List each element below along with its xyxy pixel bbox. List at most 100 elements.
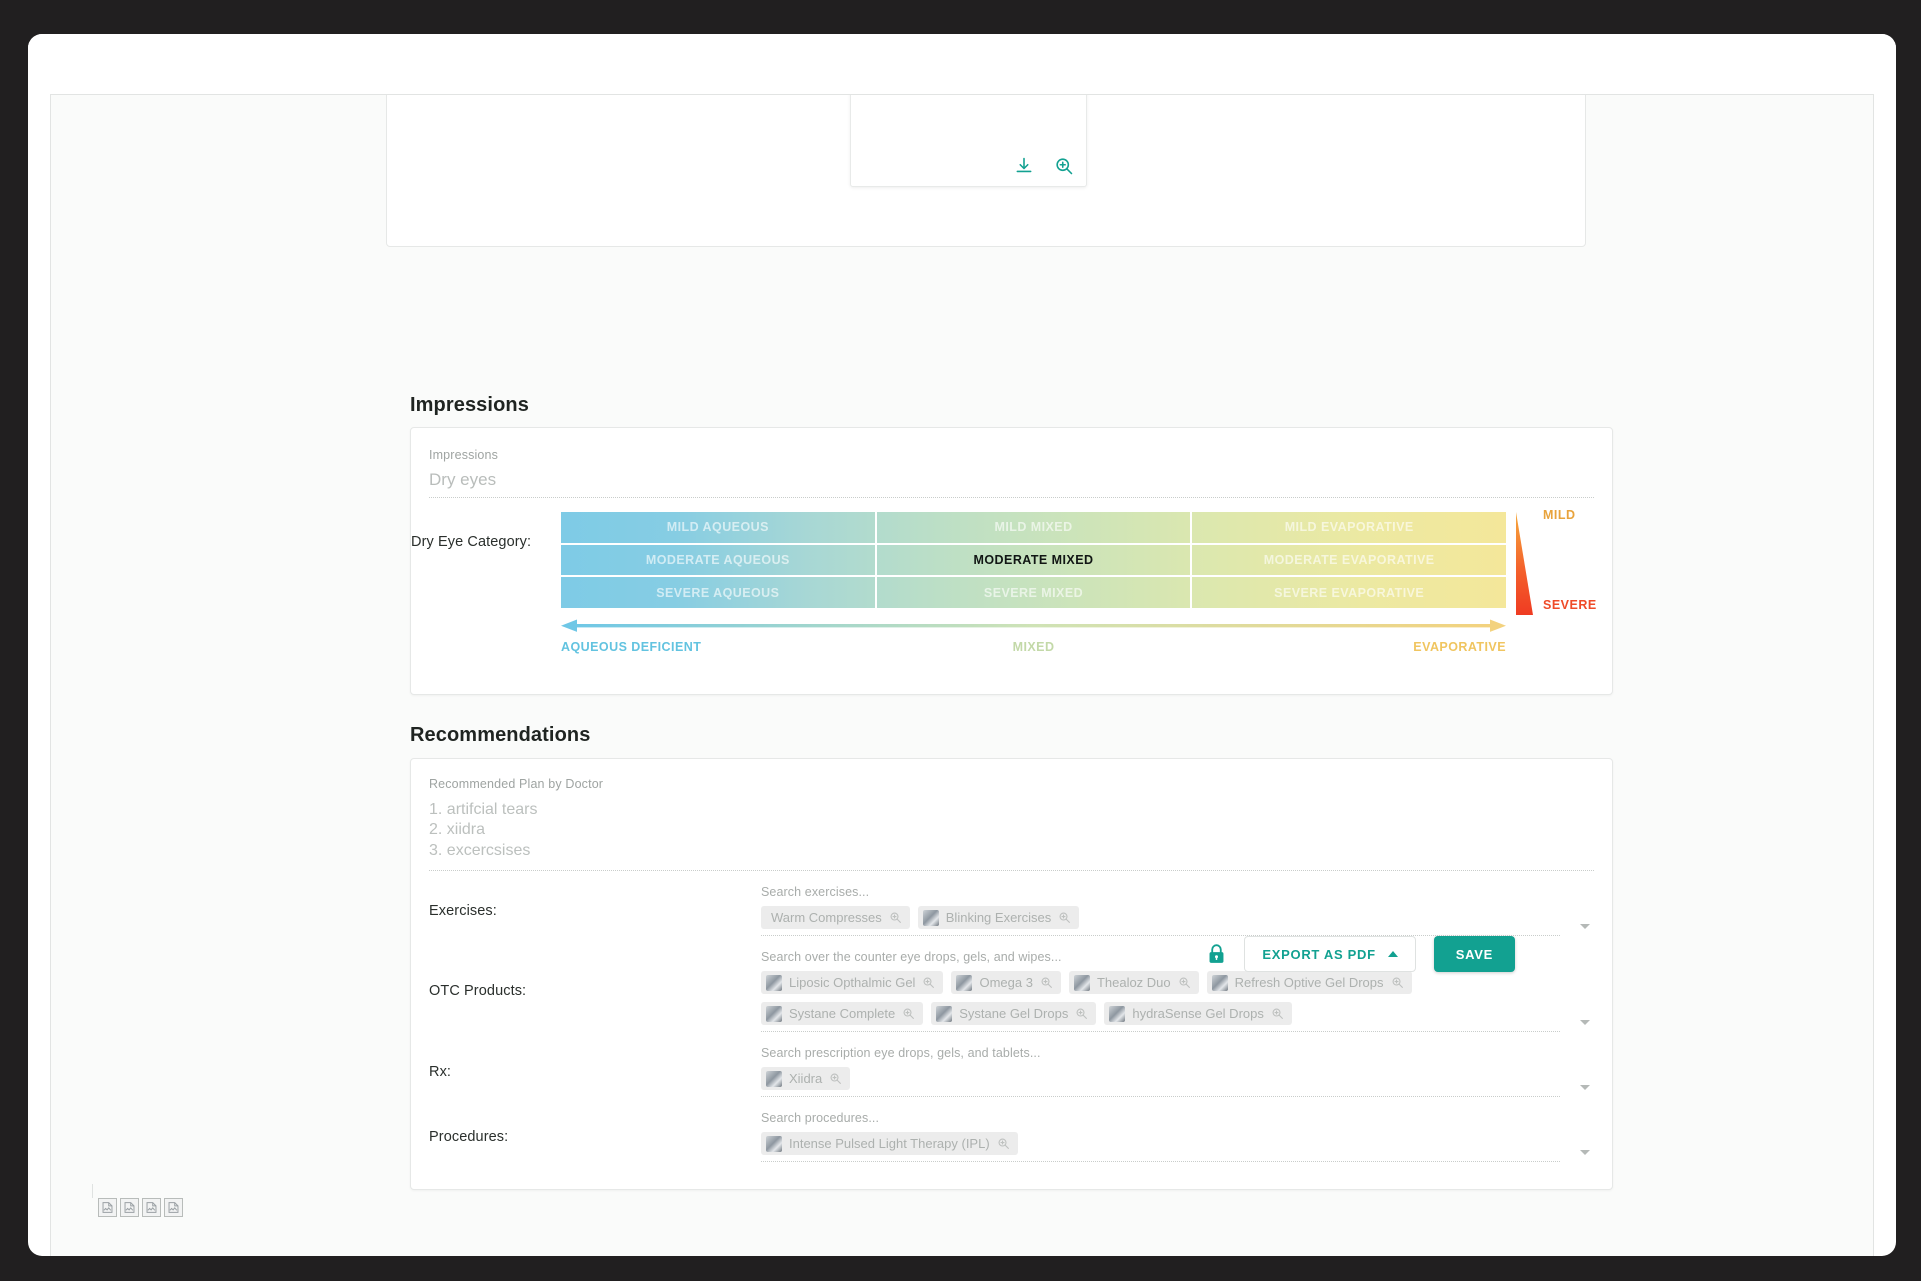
- recommended-plan-text: 1. artifcial tears 2. xiidra 3. excercsise…: [429, 800, 1594, 872]
- chip-thumbnail-icon: [766, 974, 782, 991]
- chip-xiidra[interactable]: Xiidra: [761, 1067, 851, 1091]
- recommendation-field-rx: Search prescription eye drops, gels, and…: [761, 1046, 1594, 1098]
- impressions-card: Impressions Dry eyes Dry Eye Category: M…: [410, 427, 1613, 695]
- chip-thumbnail-icon: [1211, 974, 1228, 991]
- chip-thumbnail-icon: [936, 1005, 953, 1022]
- chip-thumbnail-icon: [956, 974, 973, 991]
- chip-warm-compresses[interactable]: Warm Compresses: [761, 906, 910, 930]
- chip-systane-gel-drops[interactable]: Systane Gel Drops: [931, 1002, 1097, 1026]
- recommendation-label-procedures: Procedures:: [429, 1128, 509, 1145]
- spectrum-axis-labels: AQUEOUS DEFICIENT MIXED EVAPORATIVE: [561, 640, 1506, 658]
- dry-eye-category-label: Dry Eye Category:: [411, 534, 532, 550]
- recommendation-field-procedures: Search procedures... Intense Pulsed Light…: [761, 1111, 1594, 1163]
- plan-line: 1. artifcial tears: [429, 801, 538, 818]
- broken-image-icon[interactable]: [164, 1198, 183, 1217]
- chip-blinking-exercises[interactable]: Blinking Exercises: [917, 906, 1080, 930]
- download-icon[interactable]: [1014, 156, 1034, 176]
- chevron-down-icon[interactable]: [1580, 1085, 1590, 1091]
- axis-label-mixed: MIXED: [1012, 640, 1055, 654]
- search-area-procedures[interactable]: Search procedures... Intense Pulsed Light…: [761, 1111, 1560, 1163]
- chip-label: Blinking Exercises: [945, 910, 1052, 926]
- lock-icon[interactable]: [1207, 943, 1226, 965]
- zoom-in-icon[interactable]: [1058, 911, 1071, 924]
- export-as-pdf-button[interactable]: EXPORT AS PDF: [1244, 936, 1416, 972]
- plan-line: 3. excercsises: [429, 841, 531, 859]
- chip-label: Systane Gel Drops: [959, 1006, 1069, 1022]
- dry-eye-cell-severe-aqueous[interactable]: SEVERE AQUEOUS: [561, 577, 877, 609]
- zoom-in-icon[interactable]: [1178, 976, 1191, 989]
- chip-systane-complete[interactable]: Systane Complete: [761, 1002, 924, 1026]
- recommended-plan-field[interactable]: Recommended Plan by Doctor 1. artifcial …: [429, 777, 1594, 872]
- window-titlebar: [28, 34, 1896, 94]
- chip-label: Omega 3: [979, 975, 1033, 991]
- zoom-in-icon[interactable]: [997, 1137, 1010, 1150]
- save-button[interactable]: SAVE: [1433, 936, 1515, 972]
- chip-thumbnail-icon: [1109, 1005, 1126, 1022]
- chip-intense-pulsed-light-therapy-ipl[interactable]: Intense Pulsed Light Therapy (IPL): [761, 1132, 1018, 1156]
- dry-eye-cell-mild-mixed[interactable]: MILD MIXED: [877, 512, 1193, 543]
- chip-refresh-optive-gel-drops[interactable]: Refresh Optive Gel Drops: [1206, 971, 1412, 995]
- recommendation-label-rx: Rx:: [429, 1063, 452, 1080]
- recommendations-card: Recommended Plan by Doctor 1. artifcial …: [410, 758, 1613, 1190]
- zoom-in-icon[interactable]: [1054, 156, 1074, 176]
- chevron-down-icon[interactable]: [1580, 1020, 1590, 1026]
- recommendation-label-exercises: Exercises:: [429, 902, 497, 919]
- dry-eye-cell-severe-evaporative[interactable]: SEVERE EVAPORATIVE: [1192, 577, 1506, 608]
- impressions-section-title: Impressions: [410, 394, 529, 416]
- recommendation-label-otc-products: OTC Products:: [429, 983, 527, 1000]
- chip-omega-3[interactable]: Omega 3: [951, 971, 1061, 995]
- dry-eye-matrix-row: SEVERE AQUEOUS SEVERE MIXED SEVERE EVAPORA…: [561, 577, 1506, 609]
- plan-line: 2. xiidra: [429, 821, 486, 839]
- zoom-in-icon[interactable]: [1271, 1007, 1284, 1020]
- image-tile-actions: [1014, 156, 1074, 176]
- chip-thumbnail-icon: [766, 1070, 782, 1087]
- page-viewport: Impressions Impressions Dry eyes Dry Eye…: [50, 94, 1874, 1256]
- zoom-in-icon[interactable]: [1075, 1007, 1088, 1020]
- dry-eye-cell-moderate-mixed[interactable]: MODERATE MIXED: [877, 544, 1193, 576]
- zoom-in-icon[interactable]: [902, 1007, 915, 1020]
- search-area-exercises[interactable]: Search exercises... Warm Compresses Blinki…: [761, 885, 1560, 937]
- recommendation-row-procedures: Procedures: Search procedures... Intense P…: [429, 1097, 1594, 1163]
- export-as-pdf-label: EXPORT AS PDF: [1262, 946, 1376, 962]
- broken-image-icon[interactable]: [120, 1198, 139, 1217]
- chip-label: Intense Pulsed Light Therapy (IPL): [789, 1136, 990, 1152]
- search-placeholder-rx: Search prescription eye drops, gels, and…: [761, 1046, 1041, 1061]
- dry-eye-cell-mild-aqueous[interactable]: MILD AQUEOUS: [561, 512, 877, 543]
- chip-label: Xiidra: [789, 1071, 823, 1087]
- dry-eye-matrix[interactable]: MILD AQUEOUS MILD MIXED MILD EVAPORATIVE MO…: [561, 512, 1506, 609]
- recommendations-section-title: Recommendations: [410, 724, 591, 746]
- recommendation-field-exercises: Search exercises... Warm Compresses Blinki…: [761, 885, 1594, 937]
- spectrum-axis-arrow: [561, 618, 1506, 634]
- severity-label-mild: MILD: [1543, 508, 1576, 522]
- zoom-in-icon[interactable]: [829, 1072, 842, 1085]
- dry-eye-cell-moderate-evaporative[interactable]: MODERATE EVAPORATIVE: [1192, 545, 1506, 576]
- chip-label: hydraSense Gel Drops: [1132, 1006, 1264, 1022]
- impressions-field-label: Impressions: [429, 448, 499, 462]
- dry-eye-cell-mild-evaporative[interactable]: MILD EVAPORATIVE: [1192, 512, 1506, 543]
- impressions-field[interactable]: Impressions Dry eyes: [429, 448, 1594, 498]
- broken-image-icon[interactable]: [142, 1198, 161, 1217]
- chip-liposic-opthalmic-gel[interactable]: Liposic Opthalmic Gel: [761, 971, 944, 995]
- chip-hydrasense-gel-drops[interactable]: hydraSense Gel Drops: [1104, 1002, 1292, 1026]
- zoom-in-icon[interactable]: [922, 976, 935, 989]
- broken-thumbnail-row: [98, 1198, 183, 1217]
- broken-image-icon[interactable]: [98, 1198, 117, 1217]
- image-capture-card: [386, 95, 1586, 247]
- image-thumbnail-tile[interactable]: [850, 95, 1087, 187]
- search-placeholder-exercises: Search exercises...: [761, 885, 870, 900]
- zoom-in-icon[interactable]: [1391, 976, 1404, 989]
- dry-eye-cell-severe-mixed[interactable]: SEVERE MIXED: [877, 577, 1193, 609]
- zoom-in-icon[interactable]: [1040, 976, 1053, 989]
- recommended-plan-label: Recommended Plan by Doctor: [429, 777, 604, 791]
- chip-list-rx: Xiidra: [761, 1067, 1560, 1091]
- chip-label: Systane Complete: [789, 1006, 896, 1022]
- search-area-rx[interactable]: Search prescription eye drops, gels, and…: [761, 1046, 1560, 1098]
- chip-thealoz-duo[interactable]: Thealoz Duo: [1068, 971, 1199, 995]
- chevron-down-icon[interactable]: [1580, 924, 1590, 930]
- chip-thumbnail-icon: [766, 1005, 782, 1022]
- zoom-in-icon[interactable]: [889, 911, 902, 924]
- severity-gradient-icon: [1513, 512, 1535, 615]
- dry-eye-cell-moderate-aqueous[interactable]: MODERATE AQUEOUS: [561, 544, 877, 576]
- chevron-down-icon[interactable]: [1580, 1150, 1590, 1156]
- axis-label-evaporative: EVAPORATIVE: [1413, 640, 1506, 654]
